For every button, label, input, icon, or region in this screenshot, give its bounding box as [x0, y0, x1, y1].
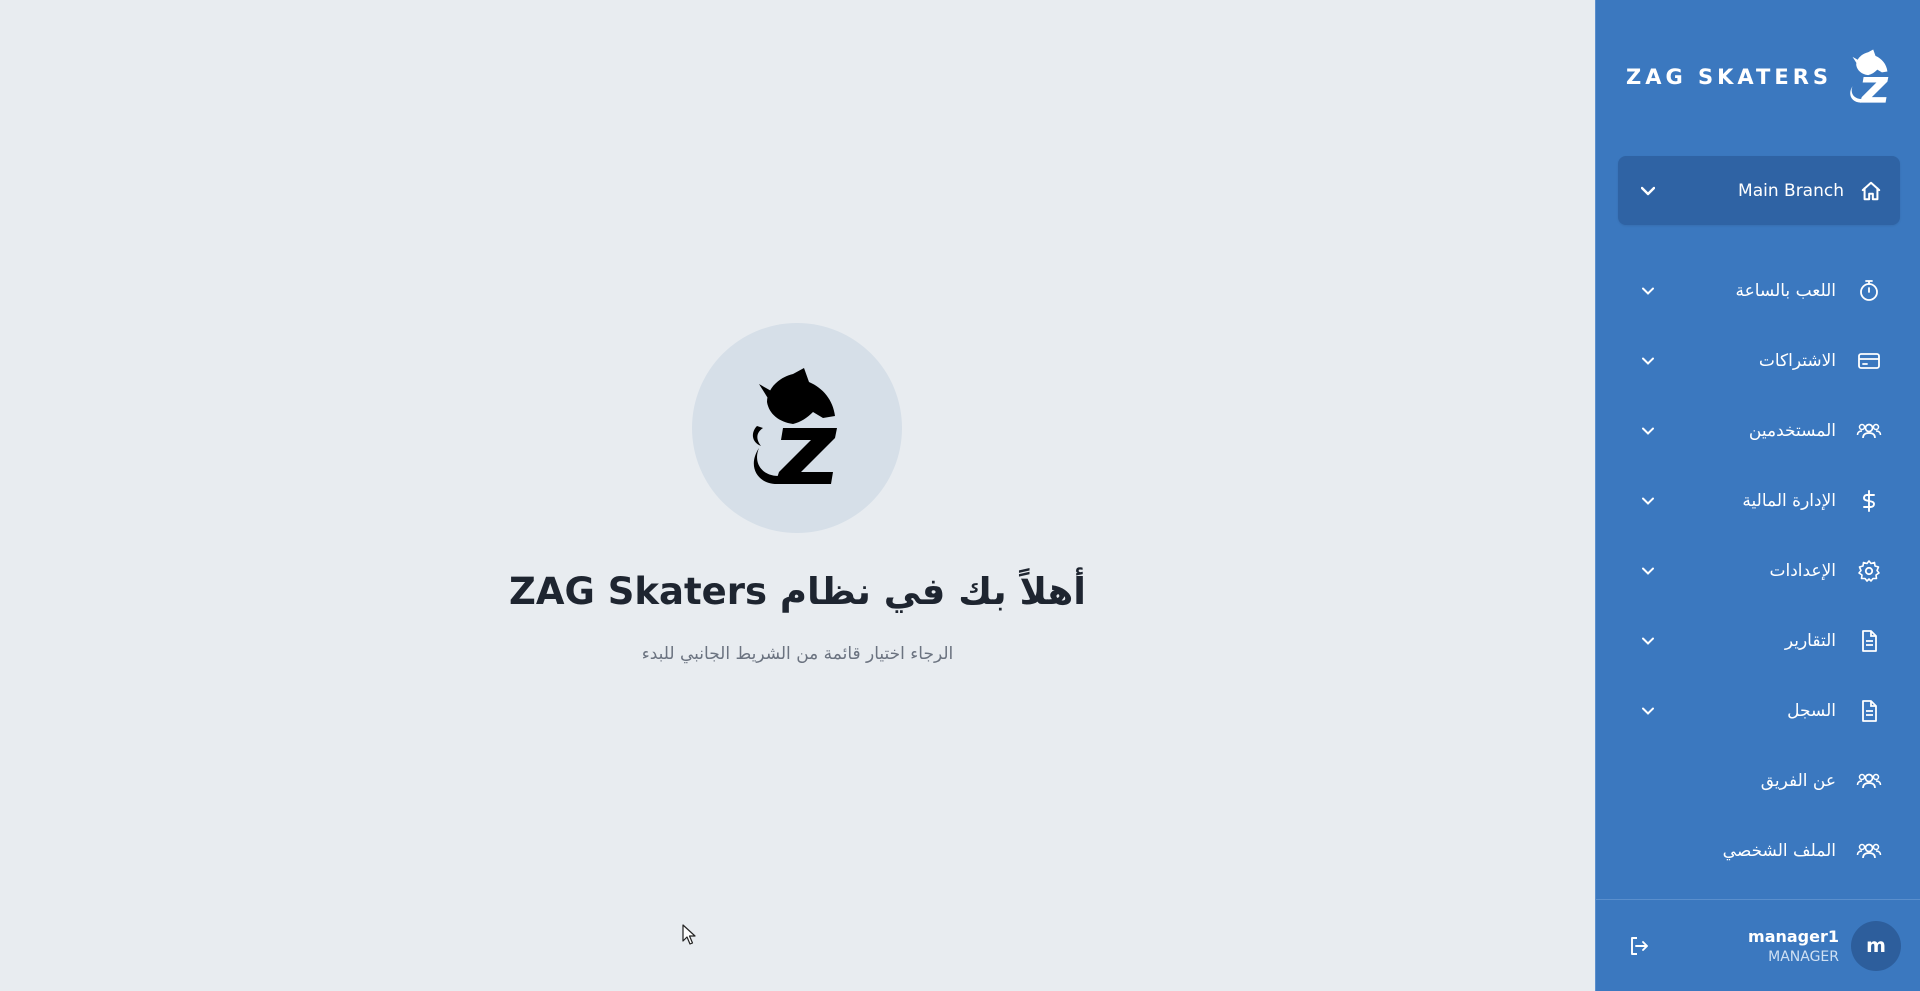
main-content: أهلاً بك في نظام ZAG Skaters الرجاء اختي… — [0, 0, 1595, 991]
chevron-down-icon — [1640, 283, 1656, 299]
chevron-down-icon — [1640, 353, 1656, 369]
user-role: MANAGER — [1768, 948, 1839, 965]
document-icon — [1856, 698, 1882, 724]
chevron-down-icon — [1640, 563, 1656, 579]
sidebar-item-label: اللعب بالساعة — [1735, 281, 1836, 301]
sidebar-menu: اللعب بالساعة الاشتراكات المستخدمين الإد… — [1618, 256, 1900, 886]
welcome-subtitle: الرجاء اختيار قائمة من الشريط الجانبي لل… — [641, 644, 954, 664]
card-icon — [1856, 348, 1882, 374]
branch-label: Main Branch — [1738, 180, 1844, 201]
chevron-down-icon — [1640, 493, 1656, 509]
users-icon — [1856, 768, 1882, 794]
sidebar-item-label: الإعدادات — [1769, 561, 1836, 581]
sidebar-item-profile[interactable]: الملف الشخصي — [1618, 816, 1900, 886]
welcome-logo — [692, 323, 902, 533]
user-panel: manager1 MANAGER m — [1596, 900, 1920, 991]
zag-logo-small-icon — [1850, 49, 1889, 103]
zag-logo-icon — [752, 368, 837, 484]
sidebar-item-label: الملف الشخصي — [1722, 841, 1836, 861]
brand-text: ZAG SKATERS — [1625, 65, 1832, 89]
sidebar-item-settings[interactable]: الإعدادات — [1618, 536, 1900, 606]
users-icon — [1856, 418, 1882, 444]
document-icon — [1856, 628, 1882, 654]
sidebar: ZAG SKATERS Main Branch اللعب بالساعة ال… — [1595, 0, 1920, 991]
sidebar-item-subscriptions[interactable]: الاشتراكات — [1618, 326, 1900, 396]
users-icon — [1856, 838, 1882, 864]
sidebar-item-label: التقارير — [1784, 631, 1836, 651]
chevron-down-icon — [1640, 423, 1656, 439]
mouse-cursor-icon — [682, 924, 696, 945]
sidebar-item-label: الإدارة المالية — [1742, 491, 1836, 511]
chevron-down-icon — [1640, 183, 1656, 199]
user-name: manager1 — [1748, 926, 1839, 946]
welcome-title: أهلاً بك في نظام ZAG Skaters — [509, 570, 1086, 613]
sidebar-item-label: السجل — [1787, 701, 1836, 721]
sidebar-item-hourly-play[interactable]: اللعب بالساعة — [1618, 256, 1900, 326]
branch-selector[interactable]: Main Branch — [1618, 156, 1900, 225]
chevron-down-icon — [1640, 633, 1656, 649]
chevron-down-icon — [1640, 703, 1656, 719]
home-icon — [1858, 178, 1884, 204]
sidebar-item-label: الاشتراكات — [1758, 351, 1836, 371]
sidebar-item-label: عن الفريق — [1760, 771, 1836, 791]
logout-icon[interactable] — [1626, 933, 1652, 959]
sidebar-item-log[interactable]: السجل — [1618, 676, 1900, 746]
sidebar-item-users[interactable]: المستخدمين — [1618, 396, 1900, 466]
sidebar-item-finance[interactable]: الإدارة المالية — [1618, 466, 1900, 536]
user-info: manager1 MANAGER — [1748, 927, 1839, 965]
sidebar-item-reports[interactable]: التقارير — [1618, 606, 1900, 676]
sidebar-item-label: المستخدمين — [1748, 421, 1836, 441]
gear-icon — [1856, 558, 1882, 584]
brand: ZAG SKATERS — [1626, 44, 1892, 110]
avatar[interactable]: m — [1851, 920, 1901, 971]
sidebar-item-about-team[interactable]: عن الفريق — [1618, 746, 1900, 816]
stopwatch-icon — [1856, 278, 1882, 304]
dollar-icon — [1856, 488, 1882, 514]
